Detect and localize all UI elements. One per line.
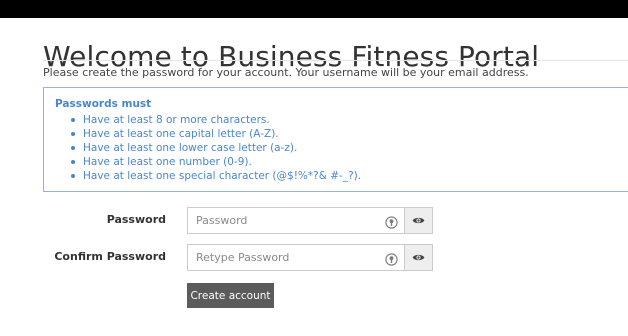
show-confirm-password-button[interactable] [405, 244, 433, 271]
confirm-password-input[interactable] [188, 245, 378, 270]
requirement-item: Have at least one lower case letter (a-z… [69, 141, 361, 155]
eye-icon [412, 217, 425, 224]
requirements-list: Have at least 8 or more characters. Have… [69, 113, 361, 183]
show-password-button[interactable] [405, 207, 433, 234]
title-divider [43, 60, 628, 61]
password-label: Password [106, 213, 166, 226]
confirm-password-input-wrapper [187, 244, 405, 271]
password-row: Password [43, 207, 443, 234]
confirm-password-label: Confirm Password [54, 250, 166, 263]
password-manager-icon[interactable] [385, 214, 398, 229]
requirements-title: Passwords must [55, 98, 152, 110]
password-input-wrapper [187, 207, 405, 234]
create-account-button[interactable]: Create account [187, 283, 274, 308]
top-bar [0, 0, 628, 18]
confirm-password-row: Confirm Password [43, 244, 443, 271]
requirement-item: Have at least one special character (@$!… [69, 169, 361, 183]
password-requirements-box: Passwords must Have at least 8 or more c… [43, 87, 628, 192]
intro-text: Please create the password for your acco… [43, 66, 529, 79]
eye-icon [412, 254, 425, 261]
requirement-item: Have at least one number (0-9). [69, 155, 361, 169]
password-manager-icon[interactable] [385, 251, 398, 266]
requirement-item: Have at least one capital letter (A-Z). [69, 127, 361, 141]
requirement-item: Have at least 8 or more characters. [69, 113, 361, 127]
password-input[interactable] [188, 208, 378, 233]
